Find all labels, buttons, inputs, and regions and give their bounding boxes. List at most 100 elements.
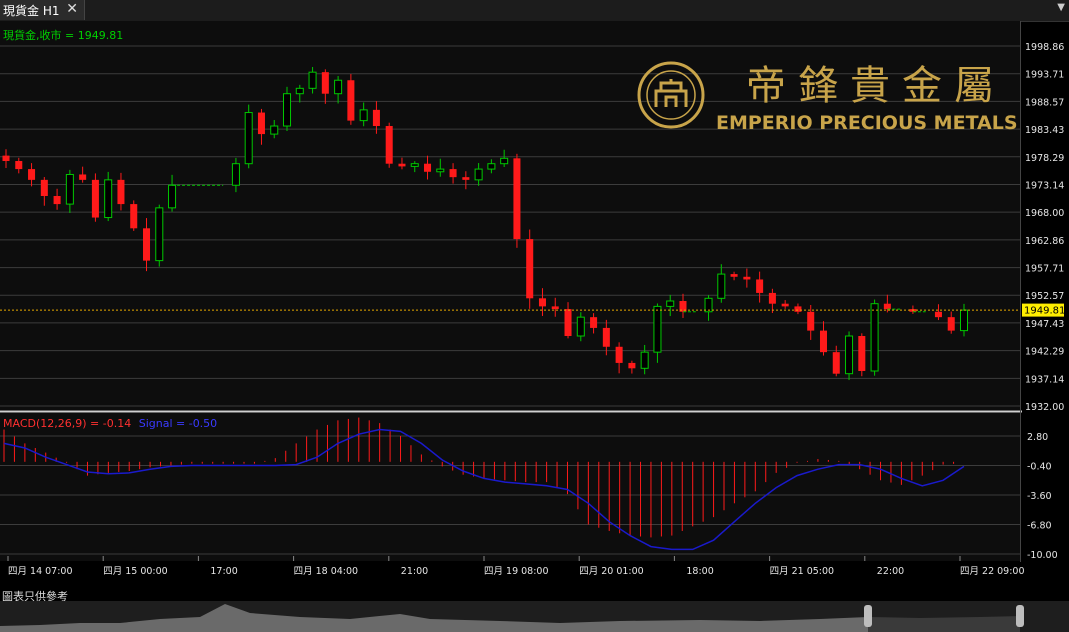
price-tick-label: 1932.00 xyxy=(1025,402,1064,413)
candle-body-down xyxy=(858,336,866,372)
candle-body-up xyxy=(308,71,317,89)
time-tick-label: 21:00 xyxy=(401,566,428,577)
navigator-selected-area xyxy=(868,616,1020,632)
price-tick-label: 1962.86 xyxy=(1025,236,1064,247)
macd-panel xyxy=(0,413,1020,561)
price-tick-label: 1983.43 xyxy=(1025,125,1064,136)
candle-body-up xyxy=(231,163,240,186)
price-tick-label: 1957.71 xyxy=(1025,264,1064,275)
candle-body-down xyxy=(15,161,23,170)
price-tick-label: 1942.29 xyxy=(1025,347,1064,358)
candle-body-down xyxy=(768,292,776,304)
tab-title: 現貨金 H1 xyxy=(3,3,60,18)
candle-body-down xyxy=(526,239,534,299)
candle-body-down xyxy=(934,311,942,318)
price-tick-label: 1968.00 xyxy=(1025,208,1064,219)
macd-tick-label: -0.40 xyxy=(1027,462,1052,473)
time-tick-label: 四月 19 08:00 xyxy=(484,566,549,577)
candle-body-down xyxy=(28,169,36,180)
candle-body-down xyxy=(590,317,598,328)
candle-body-up xyxy=(359,109,368,122)
candle-body-up xyxy=(295,87,304,95)
candle-body-up xyxy=(500,157,509,165)
chevron-down-icon[interactable]: ▼ xyxy=(1057,2,1065,13)
chart-navigator[interactable] xyxy=(0,601,1069,632)
price-tick-label: 1973.14 xyxy=(1025,180,1064,191)
time-tick-label: 四月 15 00:00 xyxy=(103,566,168,577)
time-tick-label: 四月 21 05:00 xyxy=(770,566,835,577)
time-tick-label: 17:00 xyxy=(210,566,237,577)
candle-body-up xyxy=(334,79,343,95)
candle-body-down xyxy=(730,274,738,277)
current-price-marker: 1949.81 xyxy=(1022,303,1065,317)
candle-body-down xyxy=(832,352,840,374)
time-tick-label: 四月 14 07:00 xyxy=(8,566,73,577)
price-tick-label: 1937.14 xyxy=(1025,374,1064,385)
time-tick-label: 四月 20 01:00 xyxy=(579,566,644,577)
price-chart[interactable]: 帝鋒貴金屬 EMPERIO PRECIOUS METALS 1998.86 199… xyxy=(0,21,1069,588)
candle-body-down xyxy=(602,327,610,347)
price-tick-label: 1993.71 xyxy=(1025,70,1064,81)
candle-body-down xyxy=(462,177,470,180)
candle-body-down xyxy=(424,163,432,172)
candle-body-up xyxy=(155,207,164,262)
candle-body-up xyxy=(959,309,969,332)
candle-body-up xyxy=(870,303,879,372)
candle-body-down xyxy=(385,126,393,164)
candle-body-up xyxy=(436,168,445,173)
candle-body-up xyxy=(283,93,292,127)
candle-body-up xyxy=(410,163,419,167)
candle-body-down xyxy=(551,306,559,310)
close-icon[interactable]: ✕ xyxy=(66,1,78,17)
macd-tick-label: -6.80 xyxy=(1027,521,1052,532)
candle-body-down xyxy=(398,163,406,167)
candle-body-down xyxy=(130,204,138,229)
price-tick-label: 1952.57 xyxy=(1025,291,1064,302)
candle-body-down xyxy=(807,311,815,331)
time-tick-label: 四月 22 09:00 xyxy=(960,566,1025,577)
candle-body-down xyxy=(117,179,125,205)
macd-tick-label: 2.80 xyxy=(1027,432,1048,443)
candle-body-down xyxy=(372,109,380,127)
candle-body-down xyxy=(347,80,355,121)
navigator-right-handle[interactable] xyxy=(1016,605,1024,627)
chart-tab[interactable]: 現貨金 H1 ✕ xyxy=(0,0,85,20)
candle-body-down xyxy=(628,362,636,369)
candle-body-down xyxy=(947,317,955,331)
candle-body-down xyxy=(883,303,891,310)
candle-body-down xyxy=(743,276,751,280)
candle-body-down xyxy=(257,112,265,135)
candle-body-down xyxy=(615,346,623,363)
candle-body-down xyxy=(538,298,546,307)
candle-body-down xyxy=(321,72,329,94)
candle-body-down xyxy=(794,306,802,312)
candle-body-up xyxy=(65,173,74,205)
candle-body-up xyxy=(104,179,113,219)
symbol-close-label: 現貨金,收市 = 1949.81 xyxy=(3,28,123,42)
logo-chinese-name: 帝鋒貴金屬 xyxy=(746,63,1006,109)
candle-body-up xyxy=(576,316,585,337)
price-tick-label: 1947.43 xyxy=(1025,319,1064,330)
navigator-left-handle[interactable] xyxy=(864,605,872,627)
time-tick-label: 18:00 xyxy=(686,566,713,577)
price-tick-label: 1998.86 xyxy=(1025,42,1064,53)
candle-body-up xyxy=(845,335,854,375)
candle-body-up xyxy=(640,351,649,369)
candle-body-down xyxy=(564,309,572,337)
price-axis: 1998.86 1993.71 1988.57 1983.43 1978.29 1973.… xyxy=(1025,42,1064,413)
candle-body-down xyxy=(513,158,521,240)
candle-body-up xyxy=(653,305,662,353)
candle-body-down xyxy=(91,179,99,218)
price-tick-label: 1988.57 xyxy=(1025,97,1064,108)
candle-body-up xyxy=(717,273,726,299)
candle-body-down xyxy=(40,179,48,197)
candle-body-down xyxy=(142,228,151,261)
candle-body-up xyxy=(168,184,177,209)
time-tick-label: 22:00 xyxy=(877,566,904,577)
candle-body-down xyxy=(781,303,789,307)
window-titlebar: 現貨金 H1 ✕ ▼ xyxy=(0,0,1069,22)
macd-label: MACD(12,26,9) = -0.14 xyxy=(3,417,131,430)
logo-english-name: EMPERIO PRECIOUS METALS xyxy=(716,112,1018,134)
macd-axis: 2.80 -0.40 -3.60 -6.80 -10.00 xyxy=(1027,432,1058,561)
candle-body-down xyxy=(449,169,457,178)
